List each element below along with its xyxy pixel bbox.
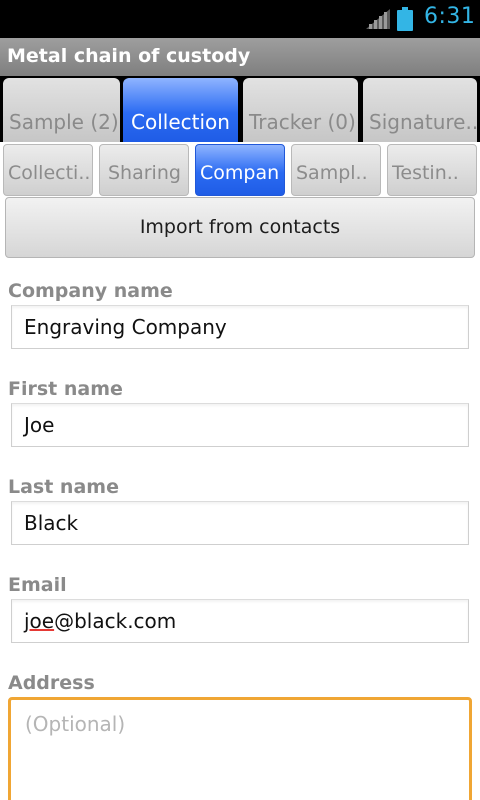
email-label: Email [8,574,67,596]
subtab-company[interactable]: Compan [195,144,285,196]
tab-tracker[interactable]: Tracker (0) [243,78,358,142]
clock: 6:31 [424,4,476,29]
company-name-label: Company name [8,280,173,302]
tab-sample-label: Sample (2) [9,110,119,134]
subtab-sample-label: Sampl.. [296,162,368,184]
battery-icon [397,7,413,31]
tab-signature-label: Signature.. [369,110,477,134]
title-bar: Metal chain of custody [0,38,480,76]
tab-signature[interactable]: Signature.. [363,78,477,142]
last-name-field[interactable]: Black [11,501,469,545]
address-placeholder: (Optional) [25,712,126,736]
subtab-collection-label: Collecti.. [8,162,90,184]
address-field[interactable]: (Optional) [8,697,472,800]
company-name-field[interactable]: Engraving Company [11,305,469,349]
subtab-sharing[interactable]: Sharing [99,144,189,196]
tab-tracker-label: Tracker (0) [249,110,356,134]
subtab-collection[interactable]: Collecti.. [3,144,93,196]
sub-tab-bar: Collecti.. Sharing Compan Sampl.. Testin… [0,142,480,196]
import-from-contacts-button[interactable]: Import from contacts [5,197,475,258]
first-name-field[interactable]: Joe [11,403,469,447]
email-misspelled-part: joe [24,609,55,633]
subtab-company-label: Compan [200,162,280,184]
tab-sample[interactable]: Sample (2) [3,78,120,142]
main-tab-bar: Sample (2) Collection Tracker (0) Signat… [0,76,480,142]
address-label: Address [8,672,95,694]
email-field[interactable]: joe@black.com [11,599,469,643]
first-name-label: First name [8,378,123,400]
last-name-label: Last name [8,476,119,498]
email-rest: @black.com [54,609,177,633]
subtab-sharing-label: Sharing [108,162,181,184]
tab-collection[interactable]: Collection [123,78,238,142]
signal-icon [366,9,390,29]
app-title: Metal chain of custody [7,45,251,67]
subtab-sample[interactable]: Sampl.. [291,144,381,196]
status-bar: 6:31 [0,0,480,38]
subtab-testing[interactable]: Testin.. [387,144,477,196]
tab-collection-label: Collection [131,110,230,134]
subtab-testing-label: Testin.. [392,162,459,184]
